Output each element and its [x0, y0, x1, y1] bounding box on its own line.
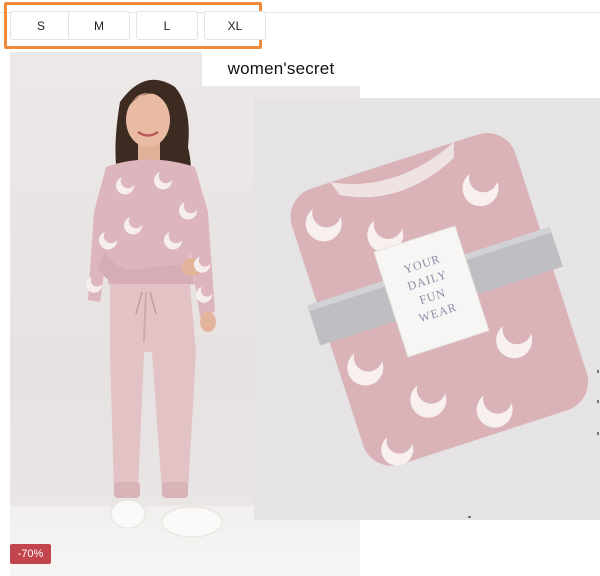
folded-pajama-illustration: YOUR DAILY FUN WEAR — [290, 132, 589, 466]
size-option-xl[interactable]: XL — [204, 11, 266, 40]
edge-marker — [468, 516, 471, 518]
size-option-m[interactable]: M — [68, 11, 130, 40]
brand-logo: women'secret — [202, 52, 360, 86]
edge-marker — [597, 370, 599, 373]
edge-marker — [597, 400, 599, 403]
edge-marker — [597, 432, 599, 435]
folded-product-photo[interactable]: YOUR DAILY FUN WEAR — [254, 98, 600, 520]
size-option-s[interactable]: S — [10, 11, 72, 40]
size-selector: S M L XL — [4, 2, 266, 49]
discount-badge: -70% — [10, 544, 51, 564]
size-option-l[interactable]: L — [136, 11, 198, 40]
